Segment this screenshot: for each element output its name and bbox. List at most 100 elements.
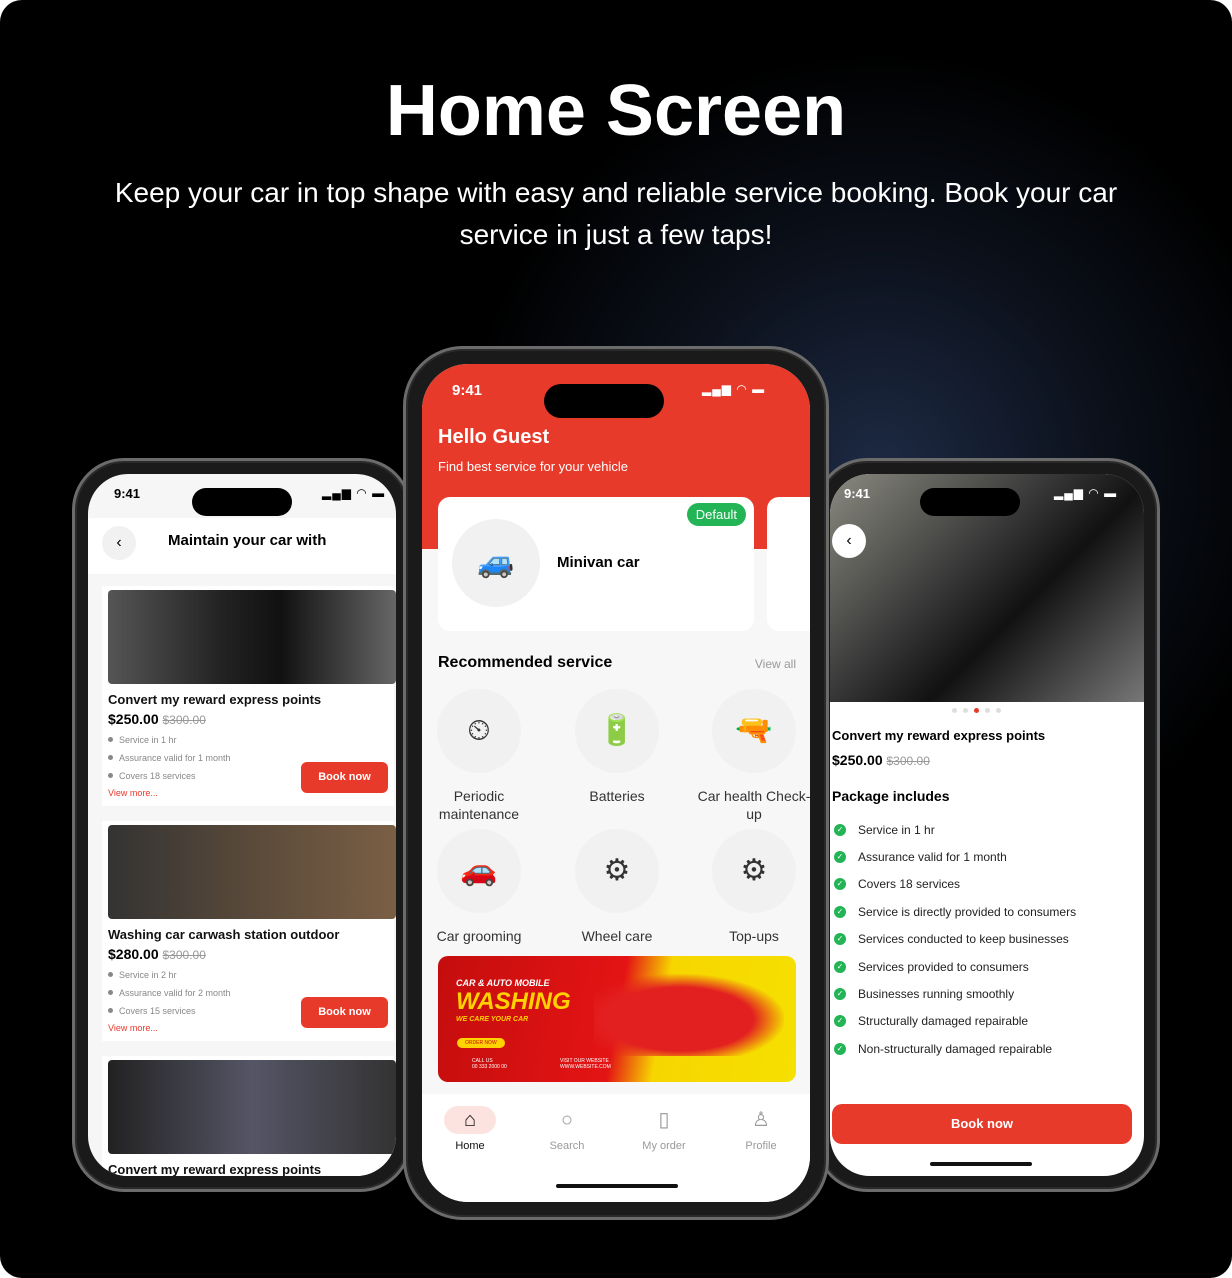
status-time: 9:41 <box>114 486 141 501</box>
nav-label: Home <box>455 1140 485 1152</box>
nav-profile[interactable]: ♙ Profile <box>721 1106 801 1152</box>
package-list: ✓ Service in 1 hr ✓ Assurance valid for 1 m… <box>834 816 1134 1063</box>
clipboard-icon: ▯ <box>658 1109 670 1131</box>
status-time: 9:41 <box>452 382 483 399</box>
search-icon: ○ <box>560 1109 574 1131</box>
service-label: Car grooming <box>436 928 522 944</box>
service-item[interactable]: ⏲ Periodic maintenance <box>422 689 539 823</box>
card-bullet: Service in 1 hr <box>108 735 388 745</box>
car-image <box>594 974 784 1056</box>
nav-my-order[interactable]: ▯ My order <box>624 1106 704 1152</box>
check-icon: ✓ <box>834 823 846 836</box>
spray-gun-icon: 🔫 <box>712 689 796 773</box>
dynamic-island <box>920 488 1020 516</box>
status-icons: ▂▄▆ ◠ ▬ <box>322 486 386 500</box>
service-label: Top-ups <box>729 928 779 944</box>
promo-banner[interactable]: CAR & AUTO MOBILE WASHING WE CARE YOUR C… <box>438 956 796 1082</box>
battery-icon: 🔋 <box>575 689 659 773</box>
back-button[interactable]: ‹ <box>102 526 136 560</box>
card-price: $280.00 $300.00 <box>108 946 206 962</box>
page-subtitle: Keep your car in top shape with easy and… <box>114 177 1118 250</box>
greeting: Hello Guest <box>438 426 550 448</box>
check-icon: ✓ <box>834 905 846 918</box>
package-item: ✓ Service in 1 hr <box>834 816 1134 843</box>
left-phone: 9:41 ▂▄▆ ◠ ▬ ‹ Maintain your car with Co… <box>72 458 412 1192</box>
card-bullet: Service in 2 hr <box>108 970 388 980</box>
service-photo <box>108 590 396 684</box>
back-button[interactable]: ‹ <box>832 524 866 558</box>
check-icon: ✓ <box>834 1015 846 1028</box>
promo-stage: Home Screen Keep your car in top shape w… <box>0 0 1232 1278</box>
user-icon: ♙ <box>752 1109 770 1131</box>
order-now-button[interactable]: ORDER NOW <box>457 1038 505 1048</box>
book-now-button[interactable]: Book now <box>832 1104 1132 1144</box>
check-icon: ✓ <box>834 851 846 864</box>
wheel-icon: ⚙ <box>575 829 659 913</box>
carousel-dots <box>952 708 1001 713</box>
package-item: ✓ Structurally damaged repairable <box>834 1008 1134 1035</box>
book-now-button[interactable]: Book now <box>301 762 388 793</box>
service-label: Batteries <box>589 788 645 804</box>
package-item: ✓ Assurance valid for 1 month <box>834 843 1134 870</box>
nav-label: Profile <box>745 1140 777 1152</box>
page-title: Home Screen <box>385 71 847 151</box>
nav-home[interactable]: ⌂ Home <box>430 1106 510 1152</box>
book-now-button[interactable]: Book now <box>301 997 388 1028</box>
package-item: ✓ Service is directly provided to consume… <box>834 898 1134 925</box>
service-item[interactable]: 🔫 Car health Check-up <box>694 689 810 823</box>
gauge-icon: ⏲ <box>437 689 521 773</box>
package-item: ✓ Businesses running smoothly <box>834 980 1134 1007</box>
gears-icon: ⚙ <box>712 829 796 913</box>
service-label: Periodic maintenance <box>438 788 520 822</box>
vehicle-card-next[interactable] <box>767 497 810 631</box>
right-phone: 9:41 ▂▄▆ ◠ ▬ ‹ Convert my reward express… <box>815 458 1160 1192</box>
home-indicator <box>930 1162 1032 1166</box>
home-icon: ⌂ <box>444 1106 496 1134</box>
banner-text: CAR & AUTO MOBILE <box>456 978 550 988</box>
card-title: Convert my reward express points <box>108 1162 322 1176</box>
check-icon: ✓ <box>834 878 846 891</box>
check-icon: ✓ <box>834 960 846 973</box>
vehicle-name: Minivan car <box>557 554 640 571</box>
service-photo <box>108 825 396 919</box>
section-title: Recommended service <box>438 654 613 671</box>
package-item: ✓ Services conducted to keep businesses <box>834 926 1134 953</box>
banner-call: CALL US 00 333 2000 00 <box>472 1058 507 1070</box>
card-title: Washing car carwash station outdoor <box>108 927 340 942</box>
service-item[interactable]: ⚙ Top-ups <box>694 829 810 945</box>
package-item: ✓ Services provided to consumers <box>834 953 1134 980</box>
service-item[interactable]: 🚗 Car grooming <box>422 829 539 945</box>
service-label: Car health Check-up <box>697 788 810 822</box>
banner-text: WE CARE YOUR CAR <box>456 1016 529 1023</box>
card-price: $250.00 $300.00 <box>108 711 206 727</box>
service-label: Wheel care <box>581 928 653 944</box>
home-indicator <box>556 1184 678 1188</box>
check-icon: ✓ <box>834 988 846 1001</box>
nav-search[interactable]: ○ Search <box>527 1106 607 1152</box>
service-item[interactable]: 🔋 Batteries <box>557 689 677 805</box>
service-photo <box>108 1060 396 1154</box>
car-icon: 🚙 <box>452 519 540 607</box>
vehicle-card[interactable]: 🚙 Minivan car Default <box>438 497 754 631</box>
tagline: Find best service for your vehicle <box>438 459 629 474</box>
default-badge: Default <box>686 503 746 526</box>
service-item[interactable]: ⚙ Wheel care <box>557 829 677 945</box>
package-item: ✓ Covers 18 services <box>834 871 1134 898</box>
card-title: Convert my reward express points <box>108 692 322 707</box>
status-time: 9:41 <box>844 486 871 501</box>
car-icon: 🚗 <box>437 829 521 913</box>
status-icons: ▂▄▆ ◠ ▬ <box>702 382 766 396</box>
service-price: $250.00 $300.00 <box>832 752 930 768</box>
banner-headline: WASHING <box>456 988 571 1015</box>
view-all-link[interactable]: View all <box>755 657 796 671</box>
service-title: Convert my reward express points <box>832 728 1046 743</box>
center-phone: 9:41 ▂▄▆ ◠ ▬ Hello Guest Find best servi… <box>403 346 829 1220</box>
package-title: Package includes <box>832 788 950 804</box>
check-icon: ✓ <box>834 933 846 946</box>
check-icon: ✓ <box>834 1042 846 1055</box>
nav-label: My order <box>642 1140 686 1152</box>
dynamic-island <box>192 488 292 516</box>
package-item: ✓ Non-structurally damaged repairable <box>834 1035 1134 1062</box>
banner-website: VISIT OUR WEBSITE WWW.WEBSITE.COM <box>560 1058 611 1070</box>
status-icons: ▂▄▆ ◠ ▬ <box>1054 486 1118 500</box>
